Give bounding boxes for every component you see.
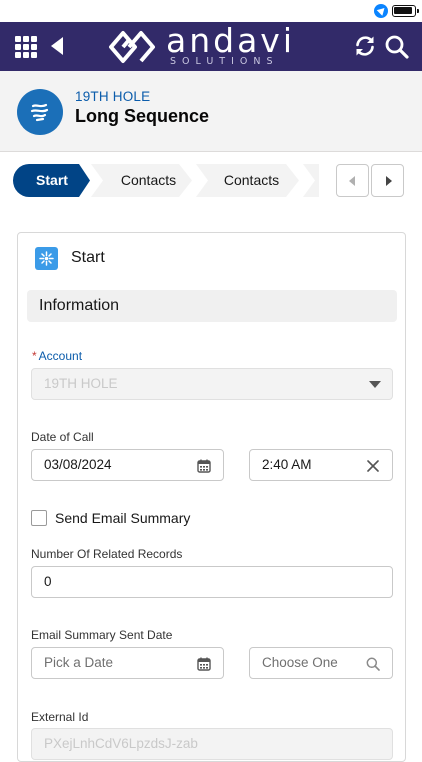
email-sent-date-label: Email Summary Sent Date bbox=[31, 628, 173, 642]
top-navigation-bar: andavi SOLUTIONS bbox=[0, 22, 422, 71]
date-of-call-time-input[interactable]: 2:40 AM bbox=[249, 449, 393, 481]
send-email-summary-checkbox[interactable] bbox=[31, 510, 47, 526]
battery-icon bbox=[392, 5, 419, 17]
refresh-icon[interactable] bbox=[353, 34, 377, 58]
caret-left-icon bbox=[349, 176, 355, 186]
sequence-icon bbox=[17, 89, 63, 135]
account-label: * Account bbox=[32, 349, 83, 363]
date-of-call-label: Date of Call bbox=[31, 430, 94, 444]
related-records-label: Number Of Related Records bbox=[31, 547, 183, 561]
path-step-start[interactable]: Start bbox=[13, 164, 91, 197]
calendar-icon[interactable] bbox=[197, 657, 211, 671]
record-type-label: 19TH HOLE bbox=[75, 89, 151, 104]
record-title: Long Sequence bbox=[75, 106, 210, 126]
app-grid-icon[interactable] bbox=[15, 36, 37, 58]
back-arrow-icon[interactable] bbox=[51, 37, 63, 55]
calendar-icon[interactable] bbox=[197, 459, 211, 473]
flow-start-icon bbox=[35, 247, 58, 270]
path-step-contacts-2[interactable]: Contacts bbox=[196, 164, 301, 197]
section-header-information[interactable]: Information bbox=[27, 290, 397, 322]
path-prev-button[interactable] bbox=[336, 164, 369, 197]
path-next-button[interactable] bbox=[371, 164, 404, 197]
record-header: 19TH HOLE Long Sequence bbox=[0, 71, 422, 152]
date-of-call-date-input[interactable]: 03/08/2024 bbox=[31, 449, 224, 481]
related-records-input[interactable]: 0 bbox=[31, 566, 393, 598]
section-title: Information bbox=[39, 297, 120, 314]
clear-icon[interactable] bbox=[367, 460, 379, 472]
path-step-contacts-1[interactable]: Contacts bbox=[91, 164, 194, 197]
andavi-logo-mark-icon bbox=[109, 31, 155, 63]
logo-name: andavi bbox=[166, 21, 296, 60]
flow-card: Start Information * Account 19TH HOLE Dat… bbox=[17, 232, 406, 762]
path-step-next[interactable]: S bbox=[303, 164, 319, 197]
email-sent-time-input[interactable]: Choose One bbox=[249, 647, 393, 679]
status-bar bbox=[0, 0, 422, 22]
andavi-logo: andavi SOLUTIONS bbox=[108, 21, 314, 68]
card-title: Start bbox=[71, 249, 105, 266]
search-icon[interactable] bbox=[384, 34, 410, 60]
chevron-down-icon bbox=[369, 381, 381, 388]
account-select[interactable]: 19TH HOLE bbox=[31, 368, 393, 400]
email-sent-date-input[interactable]: Pick a Date bbox=[31, 647, 224, 679]
path-bar: Start Contacts Contacts S bbox=[13, 164, 319, 197]
logo-tagline: SOLUTIONS bbox=[170, 56, 279, 67]
external-id-label: External Id bbox=[31, 710, 89, 724]
external-id-input[interactable]: PXejLnhCdV6LpzdsJ-zab bbox=[31, 728, 393, 760]
location-arrow-icon bbox=[374, 4, 388, 18]
send-email-summary-label: Send Email Summary bbox=[55, 510, 191, 526]
search-icon bbox=[366, 657, 380, 671]
caret-right-icon bbox=[386, 176, 392, 186]
required-marker: * bbox=[32, 349, 37, 363]
